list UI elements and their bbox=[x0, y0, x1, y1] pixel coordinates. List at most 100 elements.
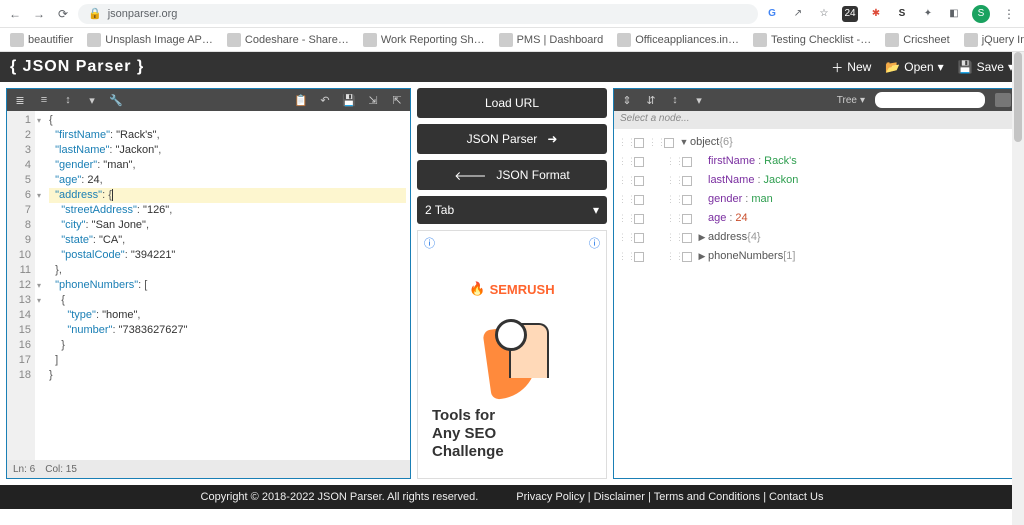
tree-checkbox[interactable] bbox=[634, 138, 644, 148]
tree-row[interactable]: ⋮⋮⋮⋮▶ phoneNumbers [1] bbox=[614, 247, 1017, 266]
ad-slot[interactable]: ⓘ ⓘ 🔥SEMRUSH Tools for Any SEO Challenge bbox=[417, 230, 607, 479]
tree-search-input[interactable] bbox=[875, 92, 985, 108]
ext-icon-s[interactable]: S bbox=[894, 6, 910, 22]
tree-checkbox[interactable] bbox=[682, 214, 692, 224]
tree-checkbox[interactable] bbox=[682, 176, 692, 186]
json-parser-button[interactable]: JSON Parser➜ bbox=[417, 124, 607, 154]
bookmark-item[interactable]: jQuery Input Masks bbox=[964, 33, 1024, 47]
bookmark-item[interactable]: beautifier bbox=[10, 33, 73, 47]
load-url-button[interactable]: Load URL bbox=[417, 88, 607, 118]
tree-checkbox[interactable] bbox=[634, 176, 644, 186]
tree-row[interactable]: ⋮⋮⋮⋮▼ object {6} bbox=[614, 133, 1017, 152]
tree-twisty[interactable]: ▶ bbox=[696, 247, 708, 266]
sort-icon[interactable]: ↕ bbox=[61, 94, 75, 106]
tree-checkbox[interactable] bbox=[664, 138, 674, 148]
bookmark-item[interactable]: Cricsheet bbox=[885, 33, 949, 47]
share-icon[interactable]: ↗ bbox=[790, 6, 806, 22]
drag-handle-icon[interactable]: ⋮⋮ bbox=[618, 171, 630, 190]
tree-row[interactable]: ⋮⋮⋮⋮ firstName:Rack's bbox=[614, 152, 1017, 171]
bookmark-item[interactable]: Unsplash Image AP… bbox=[87, 33, 213, 47]
drag-handle-icon[interactable]: ⋮⋮ bbox=[618, 209, 630, 228]
puzzle-icon[interactable]: ✦ bbox=[920, 6, 936, 22]
expand-all-icon[interactable]: ⇕ bbox=[620, 94, 634, 107]
save-button[interactable]: 💾Save▾ bbox=[958, 59, 1014, 76]
view-mode-select[interactable]: Tree▾ bbox=[837, 95, 865, 106]
bookmark-item[interactable]: PMS | Dashboard bbox=[499, 33, 604, 47]
kebab-menu-icon[interactable]: ⋮ bbox=[1000, 5, 1018, 23]
filter-tree-icon[interactable]: ▾ bbox=[692, 94, 706, 107]
export-icon[interactable]: ⇲ bbox=[366, 94, 380, 107]
format-icon[interactable]: ≣ bbox=[13, 94, 27, 107]
tree-row[interactable]: ⋮⋮⋮⋮ gender:man bbox=[614, 190, 1017, 209]
ad-info-left-icon[interactable]: ⓘ bbox=[424, 235, 435, 251]
drag-handle-icon[interactable]: ⋮⋮ bbox=[618, 190, 630, 209]
tree-twisty[interactable]: ▼ bbox=[678, 133, 690, 152]
tree-checkbox[interactable] bbox=[682, 195, 692, 205]
bookmark-item[interactable]: Testing Checklist -… bbox=[753, 33, 871, 47]
tree-checkbox[interactable] bbox=[634, 214, 644, 224]
panel-icon[interactable]: ◧ bbox=[946, 6, 962, 22]
drag-handle-icon[interactable]: ⋮⋮ bbox=[618, 133, 630, 152]
workarea: ≣ ≡ ↕ ▾ 🔧 📋 ↶ 💾 ⇲ ⇱ 12345678910111213141… bbox=[0, 82, 1024, 485]
ad-illustration bbox=[467, 317, 557, 397]
drag-handle-icon[interactable]: ⋮⋮ bbox=[618, 247, 630, 266]
ext-icon-1[interactable]: ✱ bbox=[868, 6, 884, 22]
repair-icon[interactable]: 🔧 bbox=[109, 94, 123, 107]
drag-handle-icon[interactable]: ⋮⋮ bbox=[666, 152, 678, 171]
expand-collapse-toggle[interactable] bbox=[995, 93, 1011, 107]
tree-checkbox[interactable] bbox=[634, 252, 644, 262]
compact-icon[interactable]: ≡ bbox=[37, 94, 51, 106]
tree-twisty[interactable]: ▶ bbox=[696, 228, 708, 247]
json-tree[interactable]: ⋮⋮⋮⋮▼ object {6}⋮⋮⋮⋮ firstName:Rack's⋮⋮⋮… bbox=[614, 129, 1017, 478]
page-scrollbar[interactable] bbox=[1012, 52, 1024, 525]
collapse-icon[interactable]: ⇵ bbox=[644, 94, 658, 107]
tree-checkbox[interactable] bbox=[682, 233, 692, 243]
reload-button[interactable]: ⟳ bbox=[54, 5, 72, 23]
drag-handle-icon[interactable]: ⋮⋮ bbox=[666, 209, 678, 228]
bookmark-item[interactable]: Codeshare - Share… bbox=[227, 33, 349, 47]
copy-icon[interactable]: 📋 bbox=[294, 94, 308, 107]
google-icon[interactable]: G bbox=[764, 6, 780, 22]
bookmark-favicon bbox=[753, 33, 767, 47]
back-button[interactable]: ← bbox=[6, 5, 24, 23]
bookmark-item[interactable]: Work Reporting Sh… bbox=[363, 33, 485, 47]
drag-handle-icon[interactable]: ⋮⋮ bbox=[666, 247, 678, 266]
footer-link[interactable]: Disclaimer bbox=[594, 491, 645, 503]
undo-icon[interactable]: ↶ bbox=[318, 94, 332, 107]
footer-link[interactable]: Contact Us bbox=[769, 491, 823, 503]
drag-handle-icon[interactable]: ⋮⋮ bbox=[618, 228, 630, 247]
ad-info-right-icon[interactable]: ⓘ bbox=[589, 235, 600, 251]
drag-handle-icon[interactable]: ⋮⋮ bbox=[618, 152, 630, 171]
forward-button[interactable]: → bbox=[30, 5, 48, 23]
new-button[interactable]: ＋New bbox=[831, 59, 871, 76]
tree-checkbox[interactable] bbox=[634, 157, 644, 167]
profile-avatar[interactable]: S bbox=[972, 5, 990, 23]
tree-checkbox[interactable] bbox=[634, 195, 644, 205]
code-editor[interactable]: 123456789101112131415161718 { "firstName… bbox=[7, 111, 410, 460]
open-button[interactable]: 📂Open▾ bbox=[885, 59, 943, 76]
tree-checkbox[interactable] bbox=[682, 252, 692, 262]
footer-link[interactable]: Terms and Conditions bbox=[654, 491, 760, 503]
bookmark-item[interactable]: Officeappliances.in… bbox=[617, 33, 739, 47]
address-bar[interactable]: 🔒 jsonparser.org bbox=[78, 4, 758, 24]
sort-tree-icon[interactable]: ↕ bbox=[668, 94, 682, 106]
node-path-select[interactable]: Select a node... bbox=[614, 111, 1017, 129]
tree-row[interactable]: ⋮⋮⋮⋮▶ address {4} bbox=[614, 228, 1017, 247]
drag-handle-icon[interactable]: ⋮⋮ bbox=[666, 228, 678, 247]
drag-handle-icon[interactable]: ⋮⋮ bbox=[648, 133, 660, 152]
filter-icon[interactable]: ▾ bbox=[85, 94, 99, 107]
tree-row[interactable]: ⋮⋮⋮⋮ lastName:Jackon bbox=[614, 171, 1017, 190]
tree-checkbox[interactable] bbox=[682, 157, 692, 167]
json-format-button[interactable]: 🡐JSON Format bbox=[417, 160, 607, 190]
indent-select[interactable]: 2 Tab▾ bbox=[417, 196, 607, 224]
tree-checkbox[interactable] bbox=[634, 233, 644, 243]
import-icon[interactable]: ⇱ bbox=[390, 94, 404, 107]
star-icon[interactable]: ☆ bbox=[816, 6, 832, 22]
drag-handle-icon[interactable]: ⋮⋮ bbox=[666, 190, 678, 209]
tree-row[interactable]: ⋮⋮⋮⋮ age:24 bbox=[614, 209, 1017, 228]
ext-badge-icon[interactable]: 24 bbox=[842, 6, 858, 22]
lock-icon: 🔒 bbox=[88, 7, 102, 20]
footer-link[interactable]: Privacy Policy bbox=[516, 491, 584, 503]
disk-icon[interactable]: 💾 bbox=[342, 94, 356, 107]
drag-handle-icon[interactable]: ⋮⋮ bbox=[666, 171, 678, 190]
